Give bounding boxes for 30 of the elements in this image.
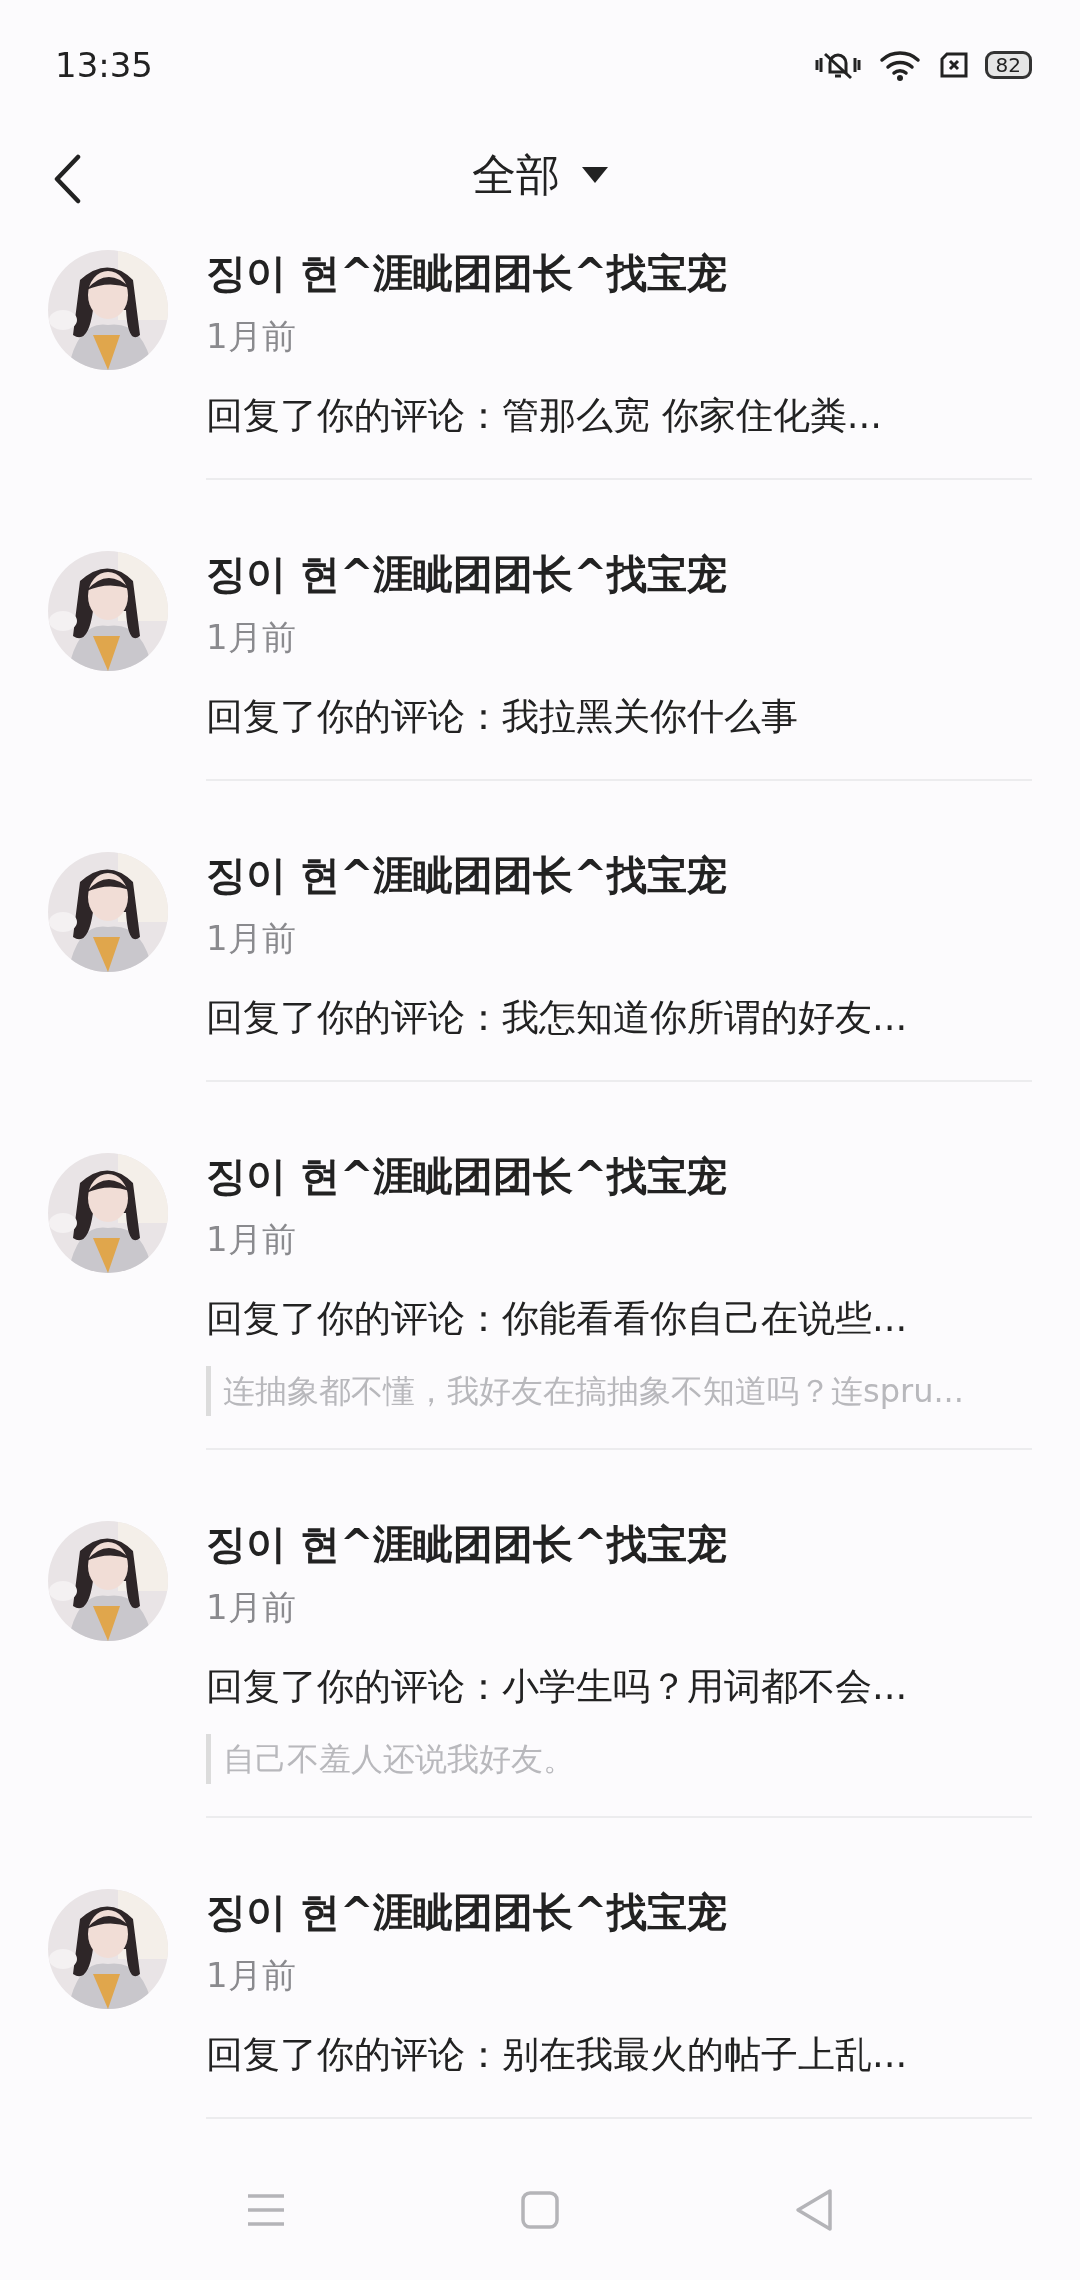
home-square-icon[interactable] xyxy=(521,2191,559,2229)
reply-text[interactable]: 回复了你的评论：你能看看你自己在说些... xyxy=(206,1289,1032,1349)
timestamp: 1月前 xyxy=(206,917,297,960)
caret-icon xyxy=(582,167,608,183)
reply-text[interactable]: 回复了你的评论：小学生吗？用词都不会... xyxy=(206,1657,1032,1717)
user-name[interactable]: 징이 현^涯眦团团长^找宝宠 xyxy=(206,845,1032,905)
back-button[interactable] xyxy=(52,154,82,204)
reply-text[interactable]: 回复了你的评论：别在我最火的帖子上乱... xyxy=(206,2025,1032,2085)
wifi-icon xyxy=(878,48,923,82)
user-name[interactable]: 징이 현^涯眦团团长^找宝宠 xyxy=(206,544,1032,604)
status-time: 13:35 xyxy=(55,43,153,87)
reply-text[interactable]: 回复了你的评论：我怎知道你所谓的好友... xyxy=(206,988,1032,1048)
reply-text[interactable]: 回复了你的评论：我拉黑关你什么事 xyxy=(206,687,1032,747)
user-name[interactable]: 징이 현^涯眦团团长^找宝宠 xyxy=(206,243,1032,303)
timestamp: 1月前 xyxy=(206,616,297,659)
timestamp: 1月前 xyxy=(206,1586,297,1629)
menu-icon[interactable] xyxy=(245,2193,286,2227)
quoted-comment: 自己不羞人还说我好友。 xyxy=(206,1734,1032,1784)
battery-level: 82 xyxy=(984,51,1032,79)
user-name[interactable]: 징이 현^涯眦团团长^找宝宠 xyxy=(206,1514,1032,1574)
filter-dropdown[interactable]: 全部 xyxy=(472,142,608,208)
user-name[interactable]: 징이 현^涯眦团团长^找宝宠 xyxy=(206,1146,1032,1206)
timestamp: 1月前 xyxy=(206,1218,297,1261)
back-triangle-icon[interactable] xyxy=(794,2188,835,2232)
quoted-comment: 连抽象都不懂，我好友在搞抽象不知道吗？连spru... xyxy=(206,1366,1032,1416)
reply-text[interactable]: 回复了你的评论：管那么宽 你家住化粪... xyxy=(206,386,1032,446)
timestamp: 1月前 xyxy=(206,1954,297,1997)
user-name[interactable]: 징이 현^涯眦团团长^找宝宠 xyxy=(206,1882,1032,1942)
timestamp: 1月前 xyxy=(206,315,297,358)
sim-card-icon xyxy=(938,51,969,79)
